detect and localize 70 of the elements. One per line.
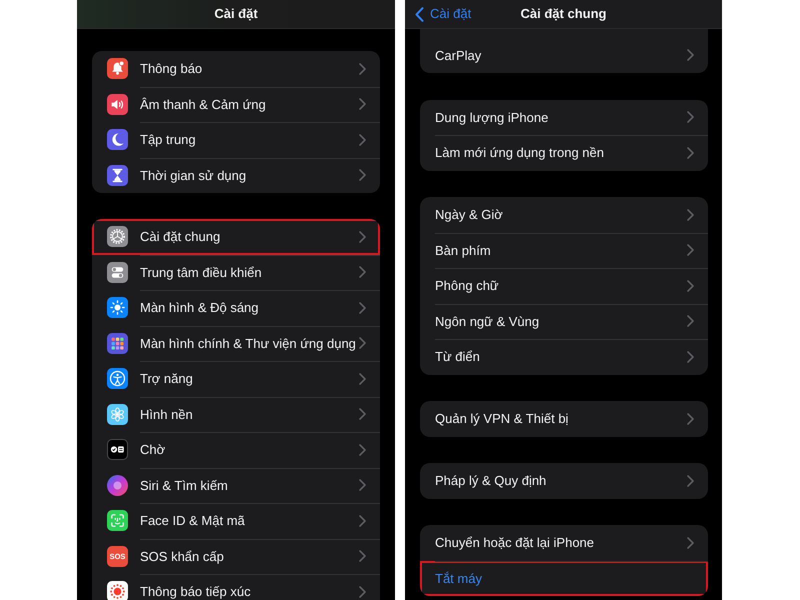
chevron-icon — [359, 134, 366, 146]
settings-row[interactable]: Cài đặt chung — [92, 219, 380, 254]
settings-row[interactable]: Trung tâm điều khiển — [92, 254, 380, 290]
screen-title: Cài đặt — [214, 5, 258, 24]
app-grid-icon — [107, 332, 128, 354]
chevron-icon — [687, 536, 694, 549]
screen-title: Cài đặt chung — [520, 5, 606, 24]
chevron-icon — [359, 408, 366, 420]
chevron-icon — [687, 146, 694, 159]
toggle-icon — [107, 262, 128, 283]
chevron-icon — [359, 230, 366, 243]
chevron-icon — [359, 98, 366, 110]
chevron-icon — [359, 372, 366, 385]
settings-row[interactable]: Ngày & Giờ — [420, 197, 708, 232]
chevron-icon — [359, 586, 366, 598]
settings-row[interactable]: Dung lượng iPhone — [420, 100, 708, 135]
sunburst-icon — [107, 581, 128, 600]
chevron-left-icon — [415, 6, 424, 22]
settings-row[interactable]: Quản lý VPN & Thiết bị — [420, 401, 708, 436]
settings-row[interactable]: Làm mới ứng dụng trong nền — [420, 135, 708, 170]
chevron-icon — [687, 208, 694, 221]
settings-row[interactable]: Từ điển — [420, 339, 708, 374]
settings-row[interactable]: Tắt máy — [420, 560, 708, 596]
chevron-icon — [359, 444, 366, 456]
speaker-icon — [107, 94, 128, 115]
chevron-icon — [687, 474, 694, 487]
chevron-icon — [359, 169, 366, 182]
face-frame-icon — [107, 510, 128, 532]
settings-row[interactable]: Ngôn ngữ & Vùng — [420, 304, 708, 339]
chevron-icon — [687, 350, 694, 363]
chevron-icon — [359, 337, 366, 350]
settings-row[interactable]: Màn hình & Độ sáng — [92, 290, 380, 326]
chevron-icon — [359, 302, 366, 314]
accessibility-icon — [107, 368, 128, 390]
settings-row[interactable]: Pháp lý & Quy định — [420, 463, 708, 498]
settings-row[interactable]: Tập trung — [92, 122, 380, 158]
chevron-icon — [687, 280, 694, 292]
sun-icon — [107, 297, 128, 318]
back-button[interactable]: Cài đặt — [415, 4, 472, 24]
settings-row[interactable]: Màn hình chính & Thư viện ứng dụng — [92, 326, 380, 361]
chevron-icon — [359, 62, 366, 75]
bell-icon — [107, 58, 128, 80]
settings-row[interactable]: Hình nền — [92, 396, 380, 432]
chevron-icon — [359, 479, 366, 492]
settings-row[interactable]: Chuyển hoặc đặt lại iPhone — [420, 525, 708, 560]
flower-icon — [107, 404, 128, 425]
chevron-icon — [687, 49, 694, 62]
settings-row[interactable]: Thông báo — [92, 51, 380, 86]
settings-row[interactable]: Chờ — [92, 432, 380, 468]
chevron-icon — [687, 315, 694, 328]
orb-icon — [107, 474, 128, 496]
standby-icon — [107, 439, 128, 460]
settings-row[interactable]: Thông báo tiếp xúc — [92, 574, 380, 600]
chevron-icon — [359, 266, 366, 278]
chevron-icon — [359, 514, 366, 527]
settings-row[interactable]: Siri & Tìm kiếm — [92, 468, 380, 503]
settings-row[interactable]: Face ID & Mật mã — [92, 503, 380, 538]
settings-row[interactable]: Trợ năng — [92, 361, 380, 396]
chevron-icon — [687, 111, 694, 124]
gear-icon — [107, 226, 128, 248]
chevron-icon — [687, 412, 694, 425]
settings-row[interactable]: CarPlay — [420, 38, 708, 73]
moon-icon — [107, 129, 128, 150]
settings-row[interactable]: Bàn phím — [420, 232, 708, 268]
settings-row[interactable]: Thời gian sử dụng — [92, 158, 380, 193]
chevron-icon — [687, 244, 694, 256]
chevron-icon — [359, 550, 366, 562]
settings-row[interactable]: Phông chữ — [420, 268, 708, 304]
hourglass-icon — [107, 164, 128, 186]
settings-row[interactable]: Âm thanh & Cảm ứng — [92, 86, 380, 122]
